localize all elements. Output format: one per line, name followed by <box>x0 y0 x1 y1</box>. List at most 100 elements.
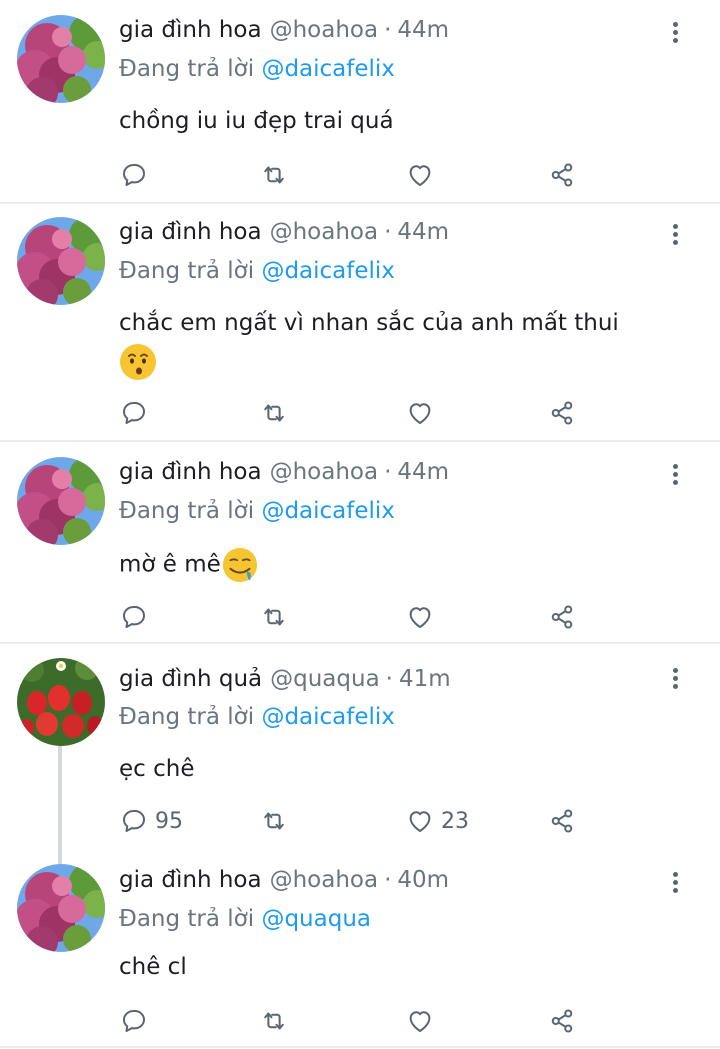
like-count: 23 <box>441 808 469 834</box>
kissing-face-icon <box>120 344 156 380</box>
flower-tree-image <box>17 15 105 103</box>
display-name[interactable]: gia đình hoa <box>119 459 262 485</box>
timestamp[interactable]: 44m <box>397 459 449 485</box>
heart-icon <box>409 403 431 424</box>
reply-bubble-icon <box>123 605 145 628</box>
reply-bubble-icon <box>123 163 145 186</box>
tweet[interactable]: gia đình quả @quaqua · 41m Đang trả lời @da… <box>0 644 720 864</box>
tweet-actions <box>119 1004 599 1038</box>
mention-link[interactable]: @quaqua <box>261 906 371 932</box>
separator-dot: · <box>384 17 392 43</box>
flower-tree-image <box>17 864 105 952</box>
avatar-strawberries[interactable] <box>17 658 105 746</box>
tweet-actions <box>119 396 599 430</box>
tweet-header: gia đình hoa @hoahoa · 44m <box>119 459 449 485</box>
retweet-icon <box>264 812 284 830</box>
share-icon <box>551 605 573 629</box>
display-name[interactable]: gia đình hoa <box>119 867 262 893</box>
reply-button[interactable] <box>119 158 155 192</box>
heart-icon <box>409 1011 431 1032</box>
more-vertical-icon[interactable] <box>664 20 686 50</box>
retweet-icon <box>264 166 284 184</box>
like-button[interactable] <box>405 600 441 634</box>
share-button[interactable] <box>547 600 577 634</box>
display-name[interactable]: gia đình quả <box>119 666 262 692</box>
mention-link[interactable]: @daicafelix <box>261 56 394 82</box>
reply-button[interactable]: 95 <box>119 804 183 838</box>
like-button[interactable] <box>405 396 441 430</box>
avatar-flowers[interactable] <box>17 457 105 545</box>
user-handle[interactable]: @quaqua <box>270 666 380 692</box>
like-button[interactable] <box>405 158 441 192</box>
replying-to-label: Đang trả lời <box>119 704 255 730</box>
share-button[interactable] <box>547 158 577 192</box>
replying-to: Đang trả lời @daicafelix <box>119 704 395 730</box>
separator-dot: · <box>384 219 392 245</box>
user-handle[interactable]: @hoahoa <box>270 867 379 893</box>
mention-link[interactable]: @daicafelix <box>261 258 394 284</box>
reply-button[interactable] <box>119 1004 155 1038</box>
reply-bubble-icon <box>123 1009 145 1032</box>
retweet-icon <box>264 1012 284 1030</box>
tweet[interactable]: gia đình hoa @hoahoa · 44m Đang trả lời @da… <box>0 442 720 642</box>
more-vertical-icon[interactable] <box>664 222 686 252</box>
thread-connector <box>58 746 62 864</box>
tweet[interactable]: gia đình hoa @hoahoa · 44m Đang trả lời @da… <box>0 0 720 202</box>
reply-button[interactable] <box>119 396 155 430</box>
separator-dot: · <box>384 459 392 485</box>
share-icon <box>551 401 573 425</box>
separator-dot: · <box>385 666 393 692</box>
replying-to-label: Đang trả lời <box>119 56 255 82</box>
tweet-actions: 95 23 <box>119 804 599 838</box>
display-name[interactable]: gia đình hoa <box>119 17 262 43</box>
user-handle[interactable]: @hoahoa <box>270 459 379 485</box>
flower-tree-image <box>17 217 105 305</box>
share-icon <box>551 809 573 833</box>
flower-tree-image <box>17 457 105 545</box>
replying-to: Đang trả lời @daicafelix <box>119 498 395 524</box>
share-button[interactable] <box>547 396 577 430</box>
avatar-flowers[interactable] <box>17 217 105 305</box>
tweet[interactable]: gia đình hoa @hoahoa · 40m Đang trả lời @qu… <box>0 850 720 1049</box>
user-handle[interactable]: @hoahoa <box>270 17 379 43</box>
retweet-button[interactable] <box>259 804 289 838</box>
replying-to: Đang trả lời @quaqua <box>119 906 371 932</box>
replying-to-label: Đang trả lời <box>119 258 255 284</box>
tweet-header: gia đình hoa @hoahoa · 40m <box>119 867 449 893</box>
share-button[interactable] <box>547 1004 577 1038</box>
tweet-text: mờ ê mê <box>119 551 221 578</box>
heart-icon <box>409 607 431 628</box>
mention-link[interactable]: @daicafelix <box>261 704 394 730</box>
tweet-text-row: mờ ê mê <box>119 546 259 584</box>
retweet-button[interactable] <box>259 396 289 430</box>
tweet[interactable]: gia đình hoa @hoahoa · 44m Đang trả lời @da… <box>0 204 720 440</box>
tweet-header: gia đình quả @quaqua · 41m <box>119 666 451 692</box>
timestamp[interactable]: 41m <box>399 666 451 692</box>
tweet-actions <box>119 158 599 192</box>
divider <box>0 1046 720 1048</box>
share-button[interactable] <box>547 804 577 838</box>
timestamp[interactable]: 40m <box>397 867 449 893</box>
separator-dot: · <box>384 867 392 893</box>
avatar-flowers[interactable] <box>17 864 105 952</box>
tweet-header: gia đình hoa @hoahoa · 44m <box>119 219 449 245</box>
user-handle[interactable]: @hoahoa <box>270 219 379 245</box>
retweet-button[interactable] <box>259 600 289 634</box>
mention-link[interactable]: @daicafelix <box>261 498 394 524</box>
share-icon <box>551 163 573 187</box>
like-button[interactable] <box>405 1004 441 1038</box>
heart-icon <box>409 811 431 832</box>
like-button[interactable]: 23 <box>405 804 469 838</box>
more-vertical-icon[interactable] <box>664 870 686 900</box>
retweet-button[interactable] <box>259 1004 289 1038</box>
more-vertical-icon[interactable] <box>664 666 686 696</box>
retweet-button[interactable] <box>259 158 289 192</box>
more-vertical-icon[interactable] <box>664 462 686 492</box>
timestamp[interactable]: 44m <box>397 219 449 245</box>
avatar-flowers[interactable] <box>17 15 105 103</box>
timestamp[interactable]: 44m <box>397 17 449 43</box>
reply-bubble-icon <box>123 809 145 832</box>
tweet-actions <box>119 600 599 634</box>
reply-button[interactable] <box>119 600 155 634</box>
display-name[interactable]: gia đình hoa <box>119 219 262 245</box>
